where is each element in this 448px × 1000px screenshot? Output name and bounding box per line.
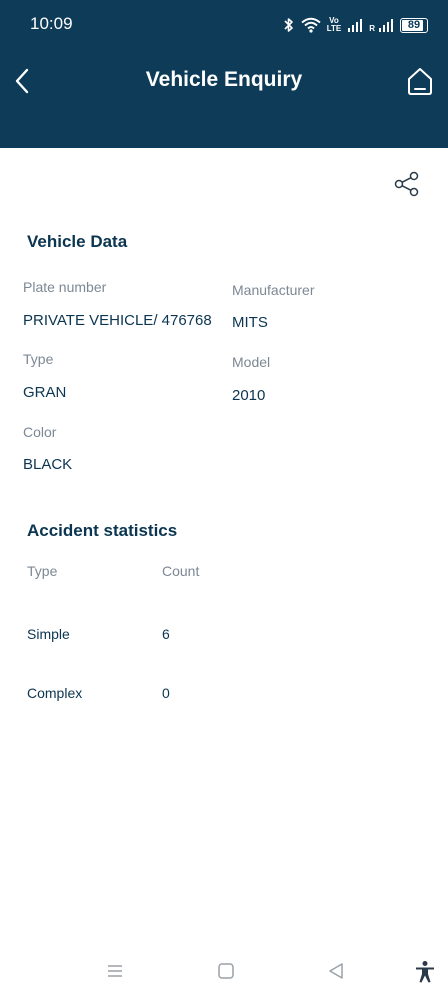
- share-button[interactable]: [393, 170, 421, 198]
- vehicle-data-title: Vehicle Data: [27, 232, 128, 251]
- accident-count-cell: 6: [162, 626, 170, 642]
- type-label: Type: [23, 351, 54, 367]
- menu-button[interactable]: [106, 962, 124, 985]
- color-label: Color: [23, 424, 57, 440]
- manufacturer-value: MITS: [232, 314, 268, 331]
- app-header: 10:09 Vo LTE R 89 Vehicle Enquiry: [0, 0, 448, 148]
- plate-number-label: Plate number: [23, 279, 107, 295]
- menu-icon: [108, 965, 122, 977]
- accident-count-header: Count: [162, 563, 200, 579]
- accessibility-icon: [416, 961, 434, 983]
- roaming-indicator: R: [369, 23, 375, 33]
- home-icon: [408, 68, 432, 95]
- back-triangle-icon: [329, 963, 343, 979]
- battery-level-text: 89: [407, 19, 421, 31]
- system-nav-bar: [0, 950, 448, 1000]
- status-time: 10:09: [30, 14, 73, 33]
- status-icons: Vo LTE R 89: [283, 14, 428, 36]
- volte-indicator: Vo LTE: [327, 17, 342, 33]
- back-system-button[interactable]: [327, 962, 345, 985]
- home-system-button[interactable]: [217, 962, 235, 985]
- signal-icon: [347, 17, 363, 33]
- status-bar: 10:09 Vo LTE R 89: [0, 0, 448, 50]
- accident-count-cell: 0: [162, 685, 170, 701]
- accident-type-cell: Simple: [27, 626, 70, 642]
- page-title: Vehicle Enquiry: [145, 68, 303, 91]
- bluetooth-icon: [283, 17, 295, 33]
- model-label: Model: [232, 354, 271, 370]
- manufacturer-label: Manufacturer: [232, 282, 315, 298]
- wifi-icon: [301, 17, 321, 33]
- square-icon: [218, 963, 234, 979]
- accident-type-cell: Complex: [27, 685, 83, 701]
- volte-bottom-text: LTE: [326, 24, 342, 33]
- plate-number-value: PRIVATE VEHICLE/ 476768: [23, 312, 212, 329]
- accident-type-header: Type: [27, 563, 58, 579]
- share-icon: [394, 171, 419, 197]
- signal-icon: [378, 17, 394, 33]
- accident-statistics-title: Accident statistics: [27, 521, 178, 540]
- battery-icon: 89: [400, 17, 428, 33]
- color-value: BLACK: [23, 456, 73, 473]
- type-value: GRAN: [23, 384, 67, 401]
- model-value: 2010: [232, 387, 266, 404]
- home-button[interactable]: [406, 66, 434, 96]
- accessibility-button[interactable]: [414, 960, 436, 989]
